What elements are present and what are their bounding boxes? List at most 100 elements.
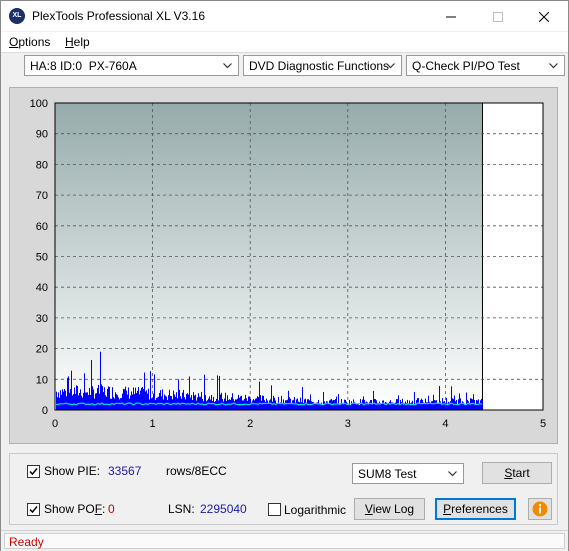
pi-bar [211, 394, 212, 410]
info-button[interactable] [528, 498, 552, 520]
pi-bar [412, 400, 413, 410]
pi-bar [85, 392, 86, 410]
pi-bar [407, 399, 408, 410]
pi-bar [208, 398, 209, 410]
pi-bar [385, 401, 386, 410]
pi-bar [192, 400, 193, 410]
y-tick-label: 30 [36, 313, 48, 325]
pi-bar [454, 395, 455, 410]
pi-bar [329, 400, 330, 410]
pi-bar [388, 403, 389, 410]
pi-bar [193, 392, 194, 410]
pi-bar [135, 387, 136, 410]
test-select[interactable]: Q-Check PI/PO Test [406, 55, 565, 76]
pi-bar [467, 399, 468, 410]
pi-bar [67, 377, 68, 410]
pi-bar [353, 399, 354, 410]
pi-bar [201, 391, 202, 410]
test-select-value: Q-Check PI/PO Test [412, 59, 520, 73]
lsn-label: LSN: [168, 502, 195, 516]
pi-bar [88, 395, 89, 410]
pi-bar [435, 400, 436, 410]
pi-bar [475, 404, 476, 410]
pi-bar [139, 394, 140, 410]
pi-bar [465, 404, 466, 410]
drive-select-value: HA:8 ID:0 PX-760A [30, 59, 137, 73]
pi-bar [183, 389, 184, 410]
logarithmic-checkbox[interactable] [268, 503, 281, 516]
preferences-button[interactable]: Preferences [435, 498, 516, 520]
pi-bar [123, 388, 124, 410]
pi-bar [418, 398, 419, 410]
pi-bar [200, 396, 201, 410]
pi-bar [473, 394, 474, 410]
pi-bar [319, 404, 320, 410]
pi-bar [247, 400, 248, 410]
pi-bar [226, 400, 227, 410]
pi-bar [57, 397, 58, 410]
pi-po-chart: 0 10 20 30 40 50 60 70 80 90 100 0 1 2 3 4 5 [30, 98, 546, 430]
pi-bar [436, 400, 437, 410]
pi-bar [155, 399, 156, 410]
pi-bar [336, 396, 337, 410]
pi-bar [357, 404, 358, 410]
pi-bar [218, 400, 219, 410]
minimize-button[interactable] [428, 1, 474, 31]
x-tick-label: 2 [247, 418, 253, 430]
pi-bar [455, 401, 456, 410]
menu-help[interactable]: Help [65, 35, 90, 49]
start-button[interactable]: Start [482, 462, 552, 484]
pi-bar [374, 398, 375, 410]
pi-bar [287, 399, 288, 410]
pi-bar [146, 390, 147, 410]
x-tick-label: 3 [345, 418, 351, 430]
pi-bar [342, 403, 343, 410]
function-select[interactable]: DVD Diagnostic Functions [243, 55, 402, 76]
pi-bar [96, 393, 97, 410]
pi-bar [195, 394, 196, 410]
pi-bar [75, 393, 76, 410]
pi-bar [151, 398, 152, 410]
pi-bar [167, 399, 168, 410]
pof-value: 0 [108, 502, 115, 516]
pi-bar [285, 400, 286, 410]
close-button[interactable] [521, 1, 567, 31]
pi-bar [97, 388, 98, 410]
pi-bar [271, 385, 272, 410]
pi-bar [292, 400, 293, 410]
pi-bar [100, 351, 101, 410]
show-pof-checkbox[interactable] [27, 503, 40, 516]
maximize-button[interactable] [475, 1, 521, 31]
menu-options[interactable]: Options [9, 35, 50, 49]
pi-bar [185, 399, 186, 410]
app-icon: XL [9, 8, 25, 24]
pi-bar [80, 389, 81, 410]
pi-bar [191, 395, 192, 410]
pi-bar [457, 404, 458, 410]
pi-bar [267, 400, 268, 410]
title-bar: XL PlexTools Professional XL V3.16 [1, 1, 568, 31]
pi-bar [70, 389, 71, 410]
minimize-icon [446, 16, 456, 18]
show-pie-checkbox[interactable] [27, 465, 40, 478]
pi-bar [318, 399, 319, 410]
sum-test-select[interactable]: SUM8 Test [352, 463, 464, 484]
y-tick-label: 40 [36, 282, 48, 294]
view-log-button[interactable]: View Log [354, 498, 425, 520]
pi-bar [64, 389, 65, 410]
pi-bar [468, 401, 469, 410]
pi-bar [95, 393, 96, 410]
pi-bar [291, 403, 292, 410]
pi-bar [480, 400, 481, 410]
pi-bar [171, 396, 172, 410]
drive-select[interactable]: HA:8 ID:0 PX-760A [24, 55, 239, 76]
pi-bar [241, 395, 242, 410]
pi-bar [116, 394, 117, 410]
pi-bar [238, 394, 239, 410]
pi-bar [168, 395, 169, 410]
status-text: Ready [9, 535, 44, 549]
pi-bar [345, 399, 346, 410]
pi-bar [286, 400, 287, 410]
pi-bar [293, 399, 294, 410]
logarithmic-label: Logarithmic [284, 503, 347, 517]
